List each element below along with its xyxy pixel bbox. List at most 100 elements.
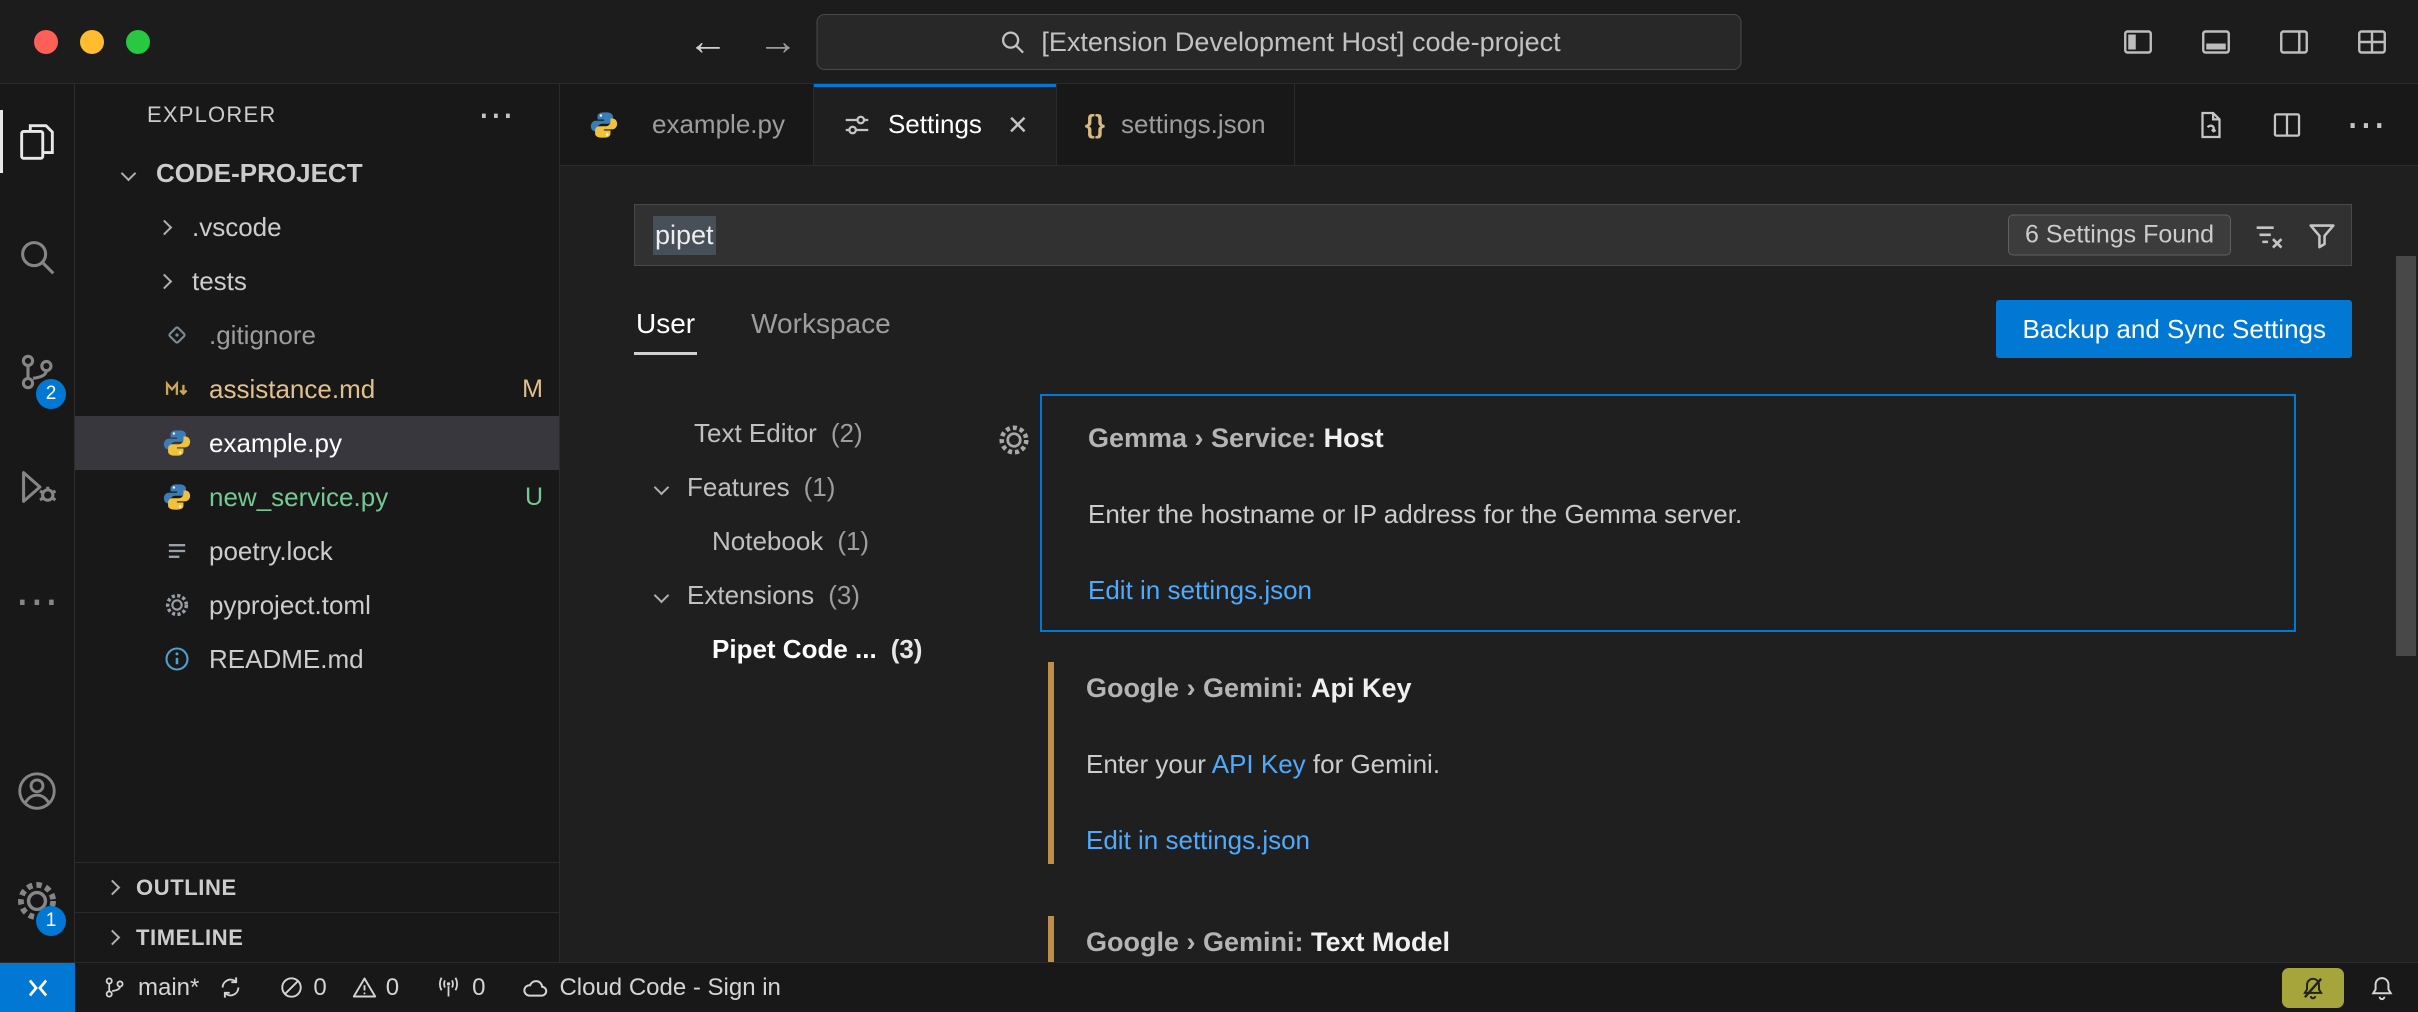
- chevron-down-icon: [121, 165, 137, 181]
- search-icon: [997, 27, 1027, 57]
- setting-name: Text Model: [1311, 927, 1450, 957]
- warnings-icon: [351, 974, 378, 1001]
- setting-description: Enter the hostname or IP address for the…: [1088, 498, 2264, 530]
- window-controls: [34, 30, 150, 54]
- problems-status[interactable]: 0 0: [278, 974, 399, 1002]
- tab-label: example.py: [652, 109, 785, 140]
- toc-label: Notebook: [712, 526, 823, 557]
- cloud-code-status[interactable]: Cloud Code - Sign in: [521, 974, 780, 1002]
- tree-file-example-py[interactable]: example.py: [75, 416, 559, 470]
- close-tab-icon[interactable]: ×: [1008, 108, 1028, 142]
- sync-status[interactable]: [217, 974, 244, 1001]
- settings-list: Gemma › Service: Host Enter the hostname…: [1040, 394, 2352, 962]
- setting-gemma-service-host[interactable]: Gemma › Service: Host Enter the hostname…: [1040, 394, 2296, 632]
- folder-label: .vscode: [192, 212, 282, 243]
- toc-count: (2): [831, 418, 863, 449]
- file-label: assistance.md: [209, 374, 375, 405]
- tree-file-poetry-lock[interactable]: poetry.lock: [75, 524, 559, 578]
- git-modified-badge: M: [522, 375, 543, 404]
- navigate-forward-icon[interactable]: →: [758, 19, 798, 64]
- file-label: example.py: [209, 428, 342, 459]
- toggle-primary-sidebar-icon[interactable]: [2120, 24, 2156, 60]
- file-label: .gitignore: [209, 320, 316, 351]
- git-branch-status[interactable]: main*: [101, 974, 199, 1002]
- setting-name: Host: [1324, 423, 1384, 453]
- file-tree: CODE-PROJECT .vscode tests .gitignore: [75, 146, 559, 862]
- settings-search-input[interactable]: pipet 6 Settings Found: [634, 204, 2352, 266]
- activity-search[interactable]: [0, 199, 74, 314]
- toggle-secondary-sidebar-icon[interactable]: [2276, 24, 2312, 60]
- tree-root[interactable]: CODE-PROJECT: [75, 146, 559, 200]
- activity-run-debug[interactable]: [0, 429, 74, 544]
- timeline-section-header[interactable]: TIMELINE: [75, 912, 559, 962]
- minimize-window-button[interactable]: [80, 30, 104, 54]
- edit-in-settings-json-link[interactable]: Edit in settings.json: [1088, 574, 2264, 606]
- edit-in-settings-json-link[interactable]: Edit in settings.json: [1086, 824, 2266, 856]
- setting-google-gemini-api-key[interactable]: Google › Gemini: Api Key Enter your API …: [1040, 646, 2296, 880]
- cloud-icon: [521, 974, 549, 1002]
- toggle-panel-icon[interactable]: [2198, 24, 2234, 60]
- cloud-code-label: Cloud Code - Sign in: [559, 974, 780, 1002]
- api-key-link[interactable]: API Key: [1212, 749, 1306, 779]
- search-icon: [14, 234, 60, 280]
- do-not-disturb-toggle[interactable]: [2282, 968, 2344, 1008]
- filter-icon[interactable]: [2305, 218, 2339, 252]
- info-file-icon: [161, 643, 193, 675]
- lock-file-icon: [161, 535, 193, 567]
- tree-folder-vscode[interactable]: .vscode: [75, 200, 559, 254]
- activity-account[interactable]: [0, 736, 74, 846]
- toc-features[interactable]: Features (1): [634, 460, 1040, 514]
- tab-example-py[interactable]: example.py: [560, 84, 814, 165]
- setting-category: Google › Gemini:: [1086, 673, 1304, 703]
- explorer-more-actions-icon[interactable]: ⋯: [478, 94, 515, 136]
- chevron-right-icon: [157, 273, 173, 289]
- file-label: pyproject.toml: [209, 590, 371, 621]
- customize-layout-icon[interactable]: [2354, 24, 2390, 60]
- tree-file-gitignore[interactable]: .gitignore: [75, 308, 559, 362]
- toc-count: (3): [891, 634, 923, 665]
- scope-tab-user[interactable]: User: [634, 300, 697, 355]
- setting-google-gemini-text-model[interactable]: Google › Gemini: Text Model: [1040, 900, 2296, 962]
- toc-text-editor[interactable]: Text Editor (2): [634, 406, 1040, 460]
- tab-settings[interactable]: Settings ×: [814, 84, 1057, 165]
- tree-file-assistance-md[interactable]: assistance.md M: [75, 362, 559, 416]
- tree-file-readme-md[interactable]: README.md: [75, 632, 559, 686]
- outline-section-header[interactable]: OUTLINE: [75, 862, 559, 912]
- remote-indicator[interactable]: [0, 963, 75, 1012]
- activity-explorer[interactable]: [0, 84, 74, 199]
- tree-file-pyproject-toml[interactable]: pyproject.toml: [75, 578, 559, 632]
- toc-label: Pipet Code ...: [712, 634, 877, 665]
- tab-settings-json[interactable]: {} settings.json: [1057, 84, 1295, 165]
- toc-pipet-code[interactable]: Pipet Code ... (3): [634, 622, 1040, 676]
- account-icon: [14, 768, 60, 814]
- toc-notebook[interactable]: Notebook (1): [634, 514, 1040, 568]
- activity-source-control[interactable]: 2: [0, 314, 74, 429]
- scope-tab-workspace[interactable]: Workspace: [749, 300, 893, 352]
- results-count-badge: 6 Settings Found: [2008, 215, 2231, 256]
- backup-sync-settings-button[interactable]: Backup and Sync Settings: [1996, 300, 2352, 358]
- maximize-window-button[interactable]: [126, 30, 150, 54]
- ports-status[interactable]: 0: [435, 974, 485, 1002]
- modified-indicator-bar: [1048, 662, 1054, 864]
- tree-file-new-service-py[interactable]: new_service.py U: [75, 470, 559, 524]
- bell-icon[interactable]: [2368, 974, 2396, 1002]
- activity-settings[interactable]: 1: [0, 846, 74, 956]
- more-actions-icon[interactable]: ⋯: [2346, 115, 2386, 135]
- python-file-icon: [161, 481, 193, 513]
- scrollbar[interactable]: [2396, 256, 2416, 656]
- clear-search-icon[interactable]: [2251, 218, 2285, 252]
- open-settings-json-icon[interactable]: [2194, 108, 2228, 142]
- git-file-icon: [161, 319, 193, 351]
- setting-edit-gear-icon[interactable]: [996, 422, 1032, 458]
- activity-bar: 2 ⋯ 1: [0, 84, 75, 962]
- activity-more-views[interactable]: ⋯: [0, 544, 74, 659]
- close-window-button[interactable]: [34, 30, 58, 54]
- outline-label: OUTLINE: [136, 875, 237, 901]
- tree-folder-tests[interactable]: tests: [75, 254, 559, 308]
- chevron-down-icon: [654, 479, 670, 495]
- command-center[interactable]: [Extension Development Host] code-projec…: [817, 14, 1742, 70]
- toc-extensions[interactable]: Extensions (3): [634, 568, 1040, 622]
- split-editor-icon[interactable]: [2270, 108, 2304, 142]
- navigate-back-icon[interactable]: ←: [688, 19, 728, 64]
- toc-count: (1): [804, 472, 836, 503]
